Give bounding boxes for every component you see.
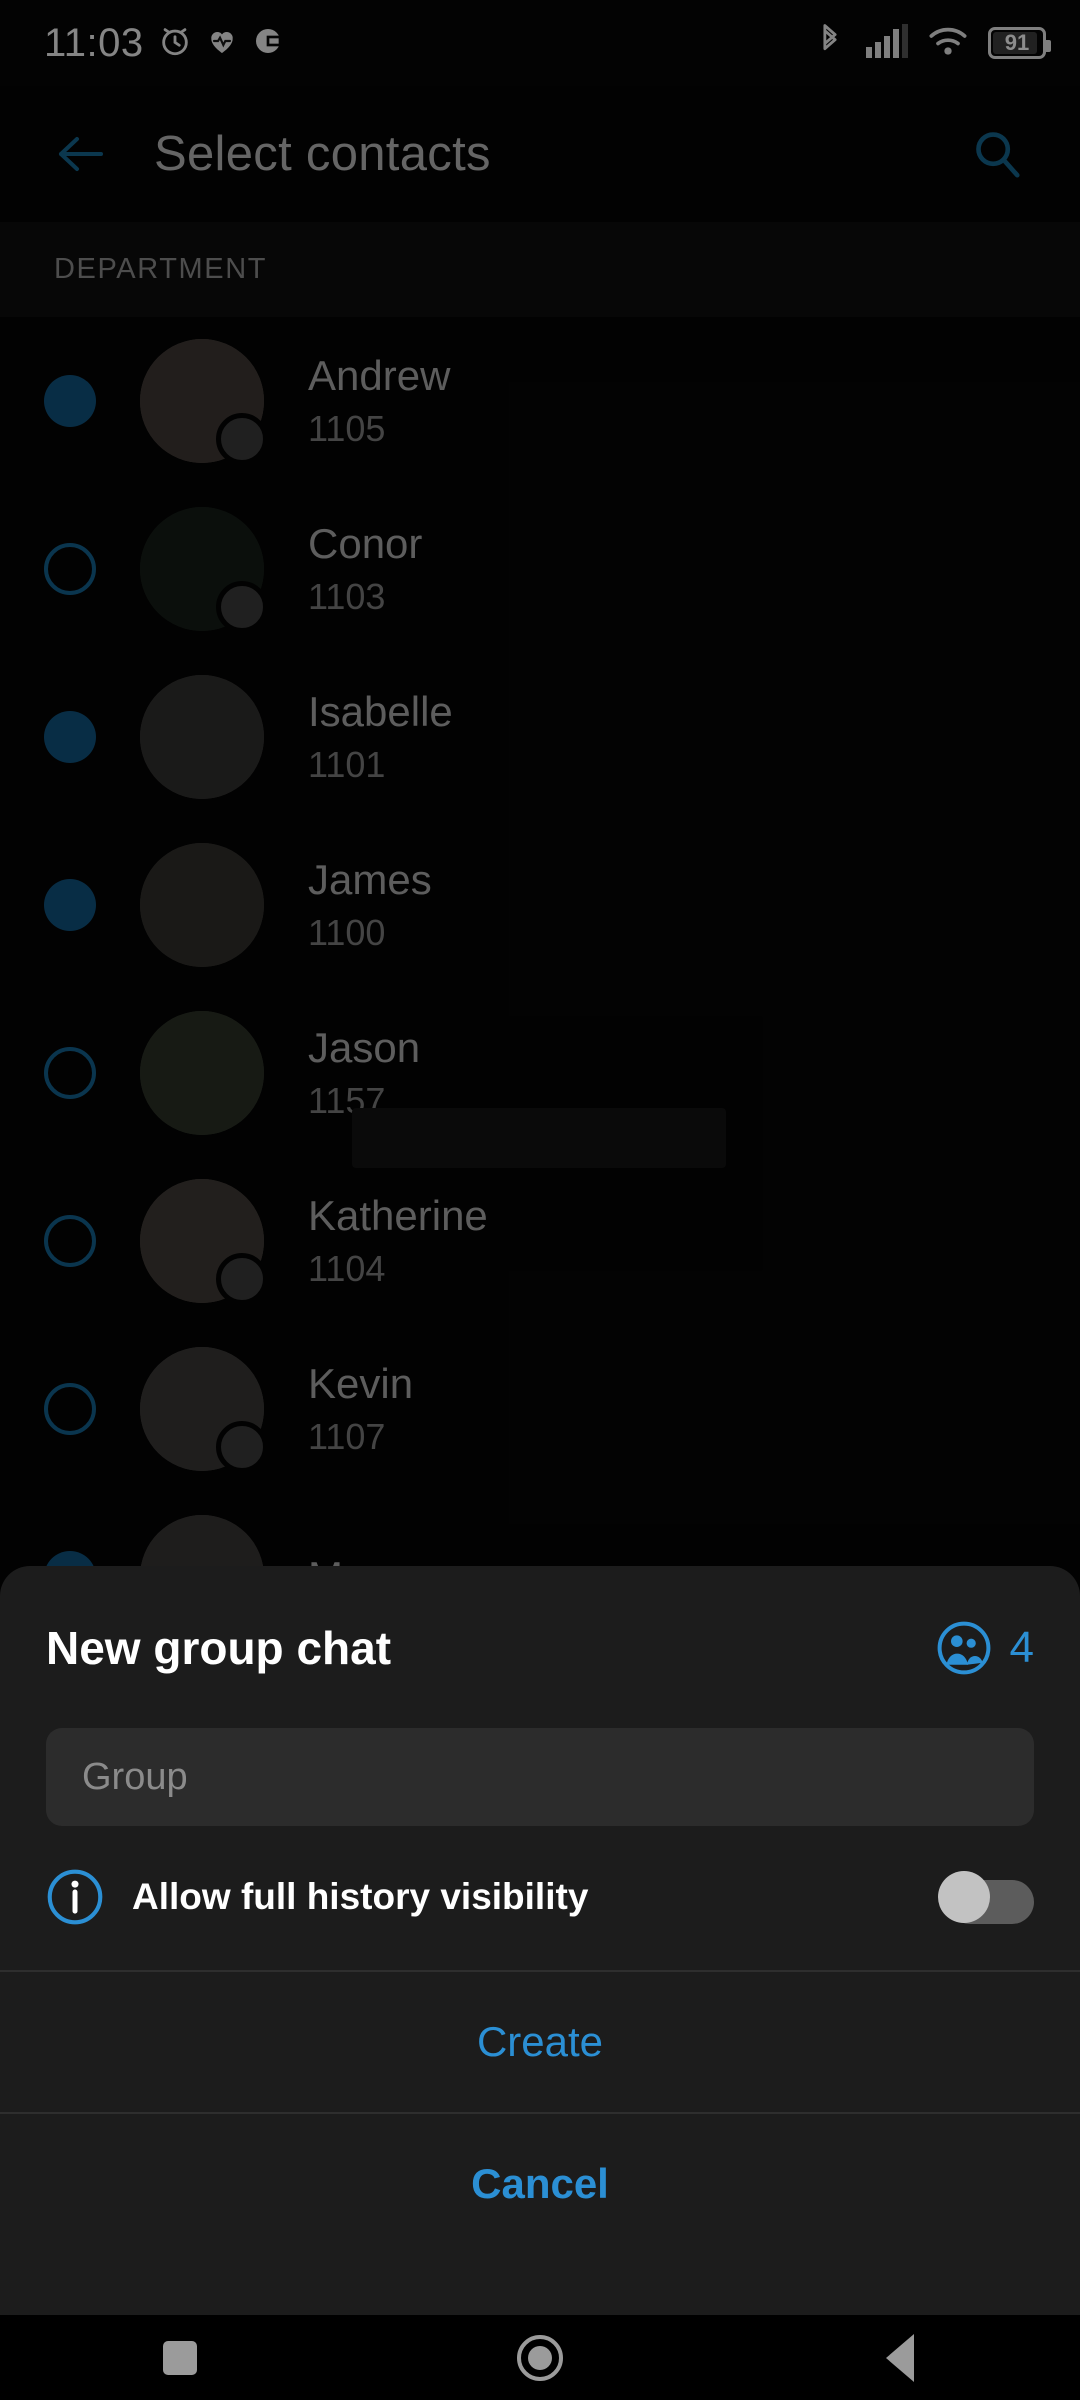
history-visibility-row[interactable]: Allow full history visibility	[0, 1826, 1080, 1926]
group-people-icon	[937, 1621, 990, 1675]
selected-members-indicator: 4	[936, 1620, 1034, 1676]
recents-button[interactable]	[105, 2315, 255, 2400]
toggle-knob	[938, 1871, 990, 1923]
create-button[interactable]: Create	[0, 1972, 1080, 2112]
group-name-field[interactable]	[46, 1728, 1034, 1826]
group-name-input[interactable]	[82, 1755, 998, 1799]
back-nav-button[interactable]	[825, 2315, 975, 2400]
android-navigation-bar	[0, 2315, 1080, 2400]
info-circle-icon	[47, 1869, 103, 1925]
dialog-header: New group chat 4	[0, 1566, 1080, 1676]
history-visibility-label: Allow full history visibility	[132, 1876, 589, 1917]
triangle-back-icon	[886, 2333, 914, 2382]
home-button[interactable]	[465, 2315, 615, 2400]
selected-members-count: 4	[1009, 1623, 1034, 1672]
dialog-title: New group chat	[46, 1622, 392, 1674]
square-recents-icon	[163, 2340, 197, 2375]
circle-home-icon	[517, 2334, 563, 2381]
new-group-chat-dialog: New group chat 4 Allow full h	[0, 1566, 1080, 2316]
cancel-button[interactable]: Cancel	[0, 2114, 1080, 2254]
phone-screen: 11:03 91 Select contacts DEPARTMENT Andr…	[0, 0, 1080, 2400]
history-visibility-toggle[interactable]	[938, 1871, 1034, 1924]
